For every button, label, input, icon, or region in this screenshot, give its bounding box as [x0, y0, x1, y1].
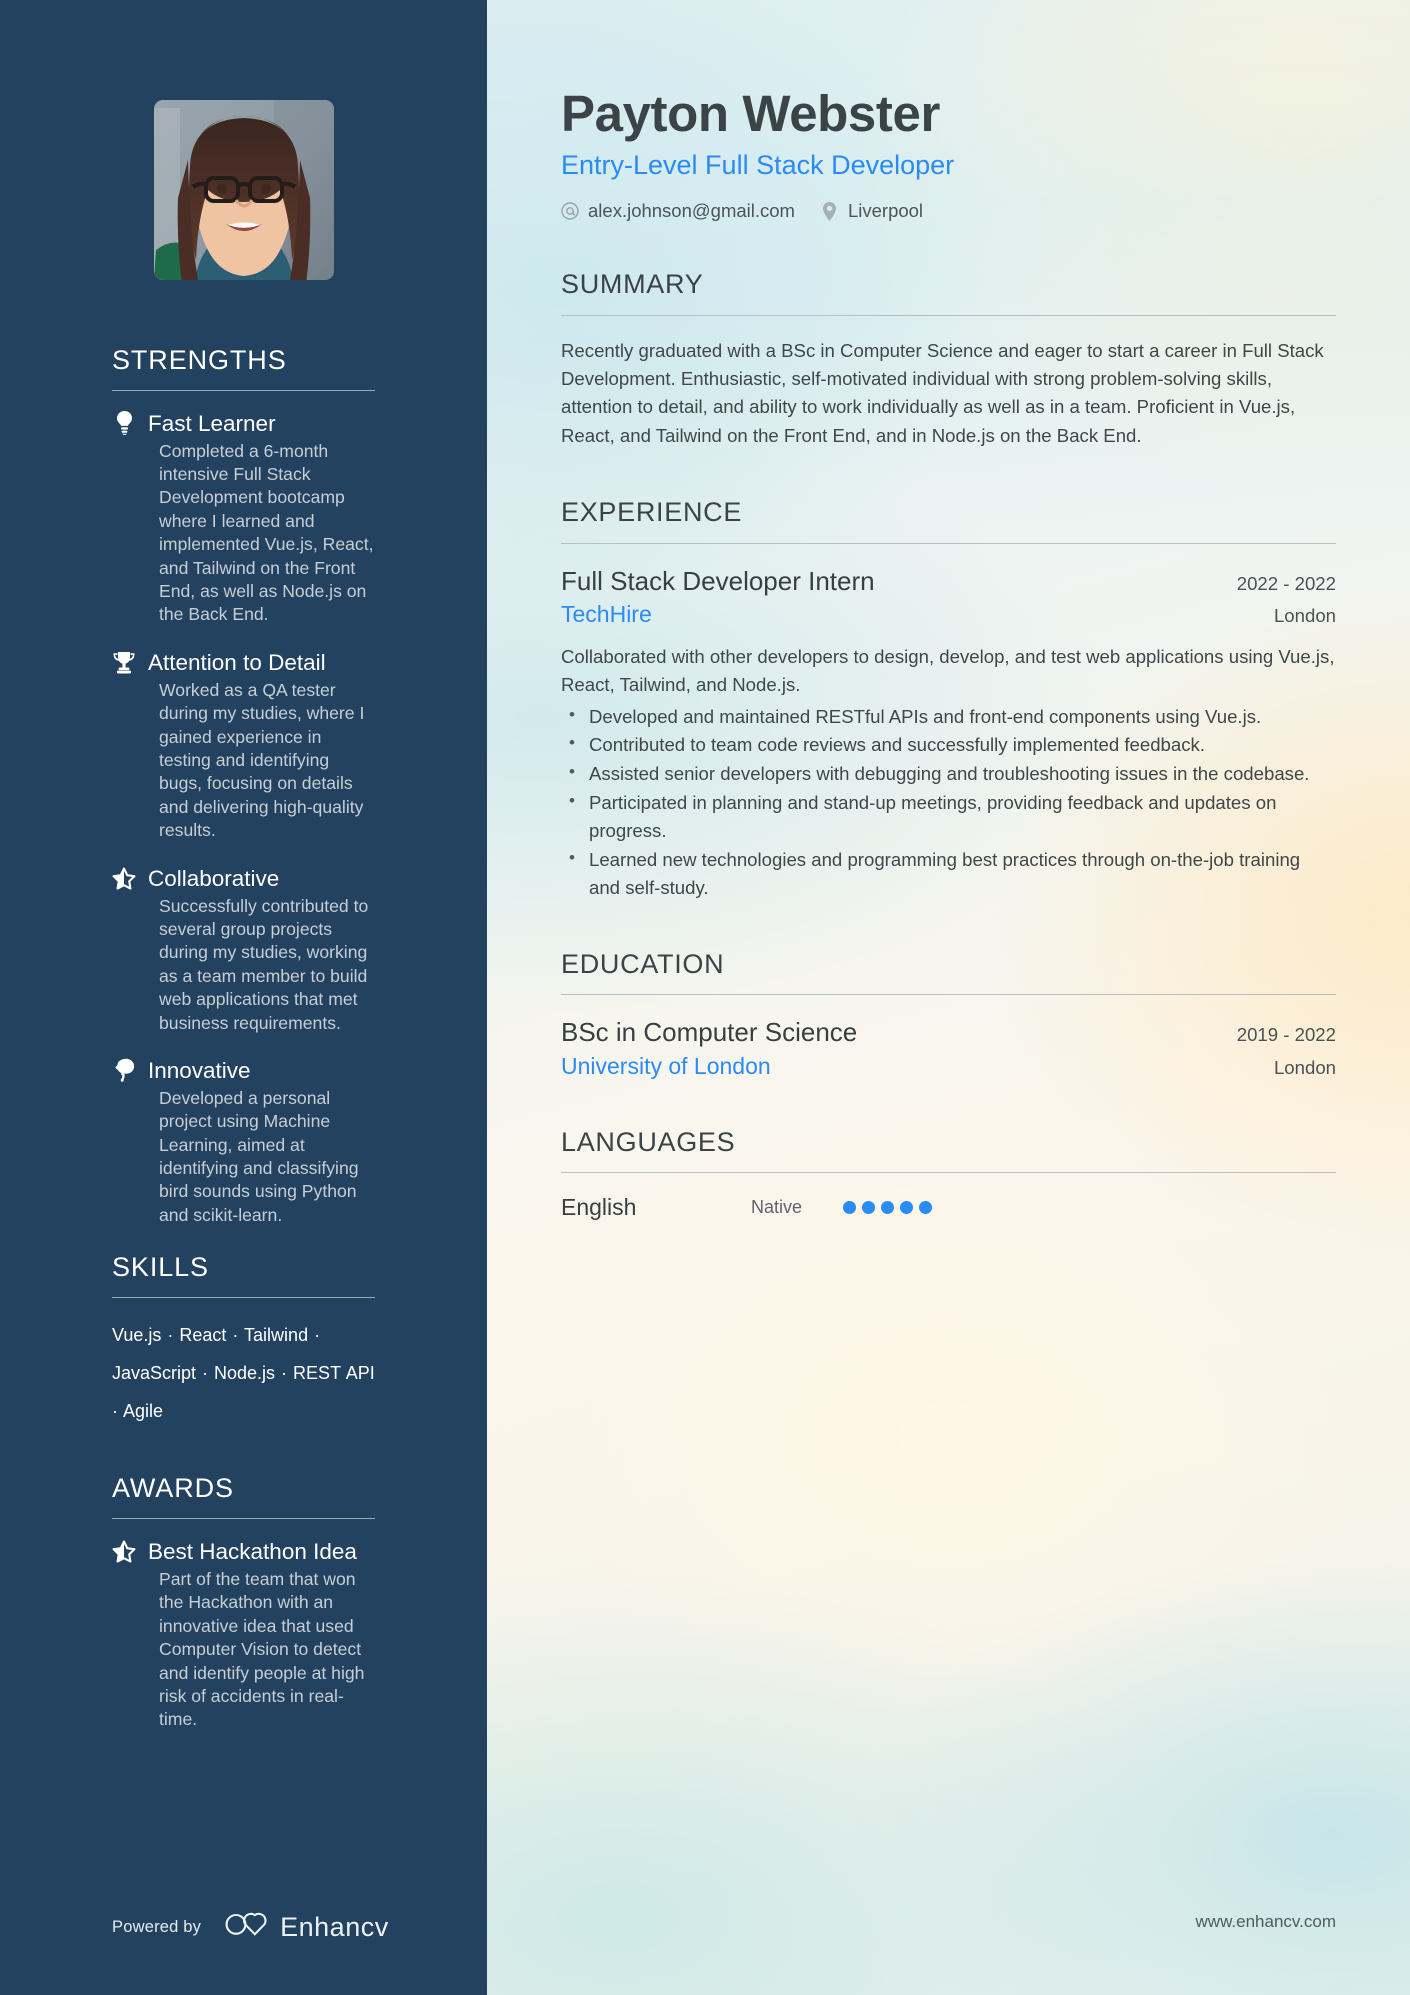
enhancv-brand: Enhancv: [225, 1911, 389, 1943]
education-date: 2019 - 2022: [1236, 1024, 1336, 1046]
experience-company[interactable]: TechHire: [561, 598, 652, 631]
section-divider: [112, 389, 375, 391]
enhancv-logo-icon: [225, 1911, 269, 1943]
section-divider: [112, 1296, 375, 1298]
skills-list: Vue.js · React · Tailwind · JavaScript ·…: [112, 1324, 375, 1421]
education-entry: BSc in Computer Science 2019 - 2022 Univ…: [561, 1016, 1336, 1083]
section-summary: SUMMARY Recently graduated with a BSc in…: [561, 270, 1336, 450]
resume-page: STRENGTHS Fast Learner Completed a 6-mon…: [0, 0, 1410, 1995]
main-content: Payton Webster Entry-Level Full Stack De…: [487, 0, 1410, 1995]
award-description: Part of the team that won the Hackathon …: [159, 1569, 365, 1730]
contact-email[interactable]: alex.johnson@gmail.com: [561, 200, 795, 222]
sidebar: STRENGTHS Fast Learner Completed a 6-mon…: [0, 0, 487, 1995]
page-title: Payton Webster: [561, 85, 940, 142]
star-icon: [112, 1540, 136, 1564]
list-item: Learned new technologies and programming…: [561, 845, 1336, 902]
sidebar-section-awards: AWARDS Best Hackathon Idea Part of the t…: [112, 1474, 375, 1731]
rating-dot: [900, 1201, 913, 1215]
strength-title: Fast Learner: [148, 410, 276, 436]
contact-location: Liverpool: [821, 200, 923, 222]
strength-description: Worked as a QA tester during my studies,…: [159, 679, 365, 841]
footer-url[interactable]: www.enhancv.com: [1196, 1912, 1336, 1932]
language-name: English: [561, 1194, 637, 1221]
strengths-heading: STRENGTHS: [112, 345, 287, 375]
avatar: [153, 100, 334, 280]
section-divider: [561, 994, 1336, 996]
head-idea-icon: [112, 1058, 136, 1083]
experience-location: London: [1273, 605, 1336, 627]
experience-entry: Full Stack Developer Intern 2022 - 2022 …: [561, 565, 1336, 902]
location-pin-icon: [821, 201, 839, 221]
language-level: Native: [751, 1197, 803, 1218]
section-divider: [561, 542, 1336, 544]
section-divider: [112, 1518, 375, 1519]
rating-dot: [881, 1201, 894, 1215]
list-item: Contributed to team code reviews and suc…: [561, 730, 1336, 759]
rating-dot: [843, 1201, 856, 1215]
summary-text: Recently graduated with a BSc in Compute…: [561, 339, 1324, 446]
trophy-icon: [112, 650, 136, 674]
strength-item: Innovative Developed a personal project …: [112, 1057, 375, 1227]
experience-intro: Collaborated with other developers to de…: [561, 645, 1335, 695]
contact-location-text: Liverpool: [847, 200, 924, 222]
strength-description: Completed a 6-month intensive Full Stack…: [159, 440, 374, 625]
strength-title: Innovative: [148, 1057, 251, 1083]
awards-heading: AWARDS: [112, 1473, 234, 1504]
strength-title: Collaborative: [148, 865, 280, 891]
sidebar-section-skills: SKILLS Vue.js · React · Tailwind · JavaS…: [112, 1252, 375, 1430]
award-item: Best Hackathon Idea Part of the team tha…: [112, 1538, 375, 1732]
education-heading: EDUCATION: [561, 948, 725, 979]
strength-title: Attention to Detail: [148, 649, 326, 675]
skills-heading: SKILLS: [112, 1252, 209, 1283]
sidebar-footer: Powered by Enhancv: [0, 1911, 487, 1995]
contact-row: alex.johnson@gmail.com Liverpool: [561, 200, 1336, 222]
strength-description: Developed a personal project using Machi…: [159, 1087, 359, 1225]
rating-dot: [862, 1201, 875, 1215]
list-item: Participated in planning and stand-up me…: [561, 788, 1336, 845]
rating-dot: [919, 1201, 932, 1215]
strength-item: Collaborative Successfully contributed t…: [112, 865, 375, 1035]
sidebar-section-strengths: STRENGTHS Fast Learner Completed a 6-mon…: [112, 345, 375, 1227]
enhancv-wordmark: Enhancv: [280, 1911, 389, 1942]
at-icon: [561, 201, 579, 221]
star-icon: [112, 866, 136, 890]
section-education: EDUCATION BSc in Computer Science 2019 -…: [561, 948, 1336, 1084]
contact-email-text: alex.johnson@gmail.com: [588, 200, 795, 222]
powered-by-label: Powered by: [112, 1917, 202, 1936]
strength-item: Fast Learner Completed a 6-month intensi…: [112, 410, 375, 627]
job-role: Entry-Level Full Stack Developer: [561, 150, 955, 181]
strength-description: Successfully contributed to several grou…: [159, 895, 369, 1033]
experience-bullet-list: Developed and maintained RESTful APIs an…: [561, 702, 1336, 902]
language-rating-dots: [843, 1201, 932, 1215]
experience-date: 2022 - 2022: [1236, 572, 1336, 594]
list-item: Developed and maintained RESTful APIs an…: [561, 702, 1336, 731]
list-item: Assisted senior developers with debuggin…: [561, 759, 1336, 788]
experience-job-title: Full Stack Developer Intern: [561, 565, 875, 596]
section-divider: [561, 314, 1336, 316]
languages-heading: LANGUAGES: [561, 1126, 736, 1157]
profile-photo: [153, 100, 334, 280]
education-institution[interactable]: University of London: [561, 1050, 771, 1083]
section-experience: EXPERIENCE Full Stack Developer Intern 2…: [561, 496, 1336, 902]
strength-item: Attention to Detail Worked as a QA teste…: [112, 649, 375, 843]
experience-heading: EXPERIENCE: [561, 496, 743, 527]
education-location: London: [1273, 1057, 1336, 1079]
language-item: English Native: [561, 1194, 1336, 1221]
section-divider: [561, 1172, 1336, 1174]
section-languages: LANGUAGES English Native: [561, 1126, 1336, 1222]
award-title: Best Hackathon Idea: [148, 1539, 357, 1564]
summary-heading: SUMMARY: [561, 269, 704, 300]
lightbulb-icon: [112, 411, 136, 436]
education-degree: BSc in Computer Science: [561, 1017, 858, 1048]
